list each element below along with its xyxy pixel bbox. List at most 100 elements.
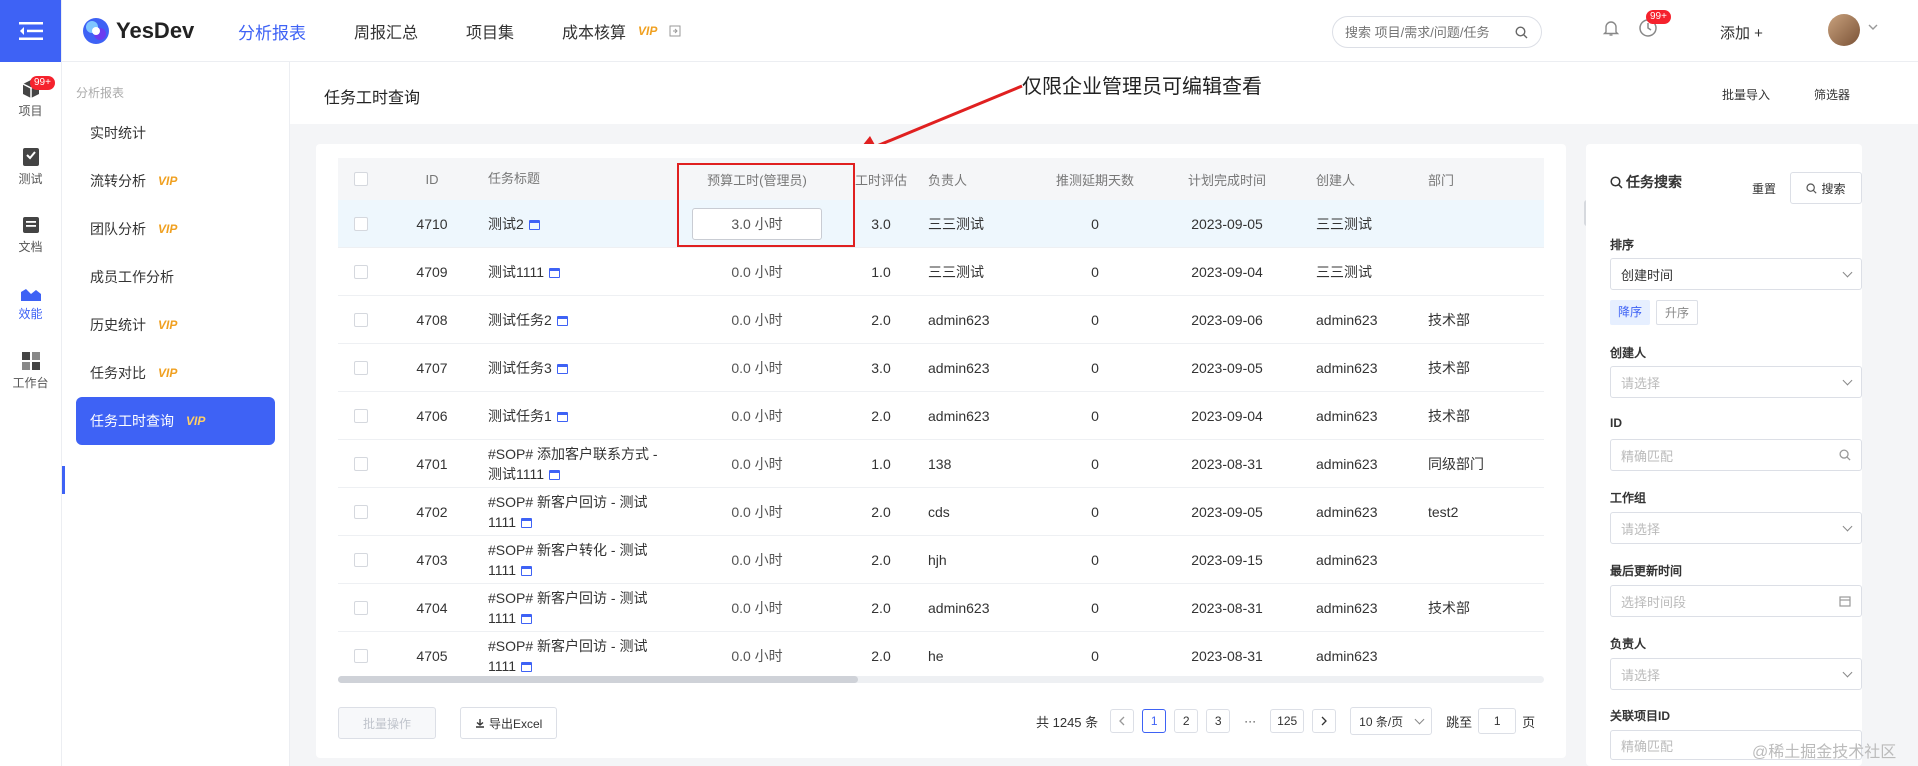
budget-hours[interactable]: 0.0 小时: [731, 456, 782, 472]
task-title-cell[interactable]: 测试任务2: [480, 310, 670, 330]
menu-toggle-button[interactable]: [0, 0, 61, 62]
budget-hours[interactable]: 0.0 小时: [731, 408, 782, 424]
group-select[interactable]: 请选择: [1610, 512, 1862, 544]
nav-cost[interactable]: 成本核算 VIP: [562, 19, 681, 43]
row-checkbox[interactable]: [338, 456, 384, 471]
col-delay[interactable]: 推测延期天数: [1038, 170, 1152, 189]
table-row[interactable]: 4707 测试任务3 0.0 小时 3.0 admin623 0 2023-09…: [338, 344, 1544, 392]
updated-range-picker[interactable]: 选择时间段: [1610, 585, 1862, 617]
task-title-cell[interactable]: #SOP# 新客户回访 - 测试1111: [480, 492, 670, 532]
sort-desc-button[interactable]: 降序: [1610, 300, 1651, 325]
table-row[interactable]: 4710 测试2 3.0 小时 3.0 三三测试 0 2023-09-05 三三…: [338, 200, 1544, 248]
page-125-button[interactable]: 125: [1270, 709, 1305, 733]
avatar[interactable]: [1828, 14, 1860, 46]
panel-search-button[interactable]: 搜索: [1790, 172, 1862, 204]
col-plan[interactable]: 计划完成时间: [1152, 170, 1302, 189]
task-title[interactable]: #SOP# 新客户回访 - 测试1111: [488, 638, 647, 674]
nav-portfolio[interactable]: 项目集: [466, 19, 514, 43]
task-title-cell[interactable]: #SOP# 新客户回访 - 测试1111: [480, 588, 670, 628]
row-checkbox[interactable]: [338, 264, 384, 279]
sidebar-item-member[interactable]: 成员工作分析: [76, 253, 275, 301]
rail-item-workbench[interactable]: 工作台: [0, 342, 61, 400]
task-title-cell[interactable]: #SOP# 添加客户联系方式 - 测试1111: [480, 444, 670, 484]
sidebar-item-team[interactable]: 团队分析 VIP: [76, 205, 275, 253]
col-dept[interactable]: 部门: [1422, 170, 1522, 189]
rail-item-efficiency[interactable]: 效能: [0, 274, 61, 332]
task-title[interactable]: 测试任务3: [488, 360, 552, 376]
col-owner[interactable]: 负责人: [918, 170, 1038, 189]
table-row[interactable]: 4706 测试任务1 0.0 小时 2.0 admin623 0 2023-09…: [338, 392, 1544, 440]
scrollbar-thumb[interactable]: [338, 676, 858, 683]
logo[interactable]: YesDev: [82, 17, 194, 45]
task-title[interactable]: #SOP# 新客户回访 - 测试1111: [488, 494, 647, 530]
task-title-cell[interactable]: 测试1111: [480, 262, 670, 282]
next-page-button[interactable]: [1312, 709, 1337, 733]
task-title-cell[interactable]: 测试任务1: [480, 406, 670, 426]
sort-select[interactable]: 创建时间: [1610, 258, 1862, 290]
row-checkbox[interactable]: [338, 408, 384, 423]
creator-select[interactable]: 请选择: [1610, 366, 1862, 398]
budget-hours[interactable]: 0.0 小时: [731, 360, 782, 376]
table-row[interactable]: 4703 #SOP# 新客户转化 - 测试1111 0.0 小时 2.0 hjh…: [338, 536, 1544, 584]
row-checkbox[interactable]: [338, 360, 384, 375]
rail-item-project[interactable]: 99+ 项目: [0, 70, 61, 128]
task-title[interactable]: 测试1111: [488, 264, 544, 280]
global-search[interactable]: [1332, 16, 1542, 48]
task-title[interactable]: #SOP# 添加客户联系方式 - 测试1111: [488, 446, 658, 482]
sidebar-item-realtime[interactable]: 实时统计: [76, 109, 275, 157]
task-title[interactable]: 测试2: [488, 216, 524, 232]
batch-import-button[interactable]: 批量导入: [1722, 86, 1770, 103]
nav-weekly[interactable]: 周报汇总: [354, 19, 418, 43]
page-2-button[interactable]: 2: [1174, 709, 1199, 733]
filter-button[interactable]: 筛选器: [1814, 86, 1850, 103]
chevron-down-icon[interactable]: [1868, 24, 1878, 30]
rail-item-docs[interactable]: 文档: [0, 206, 61, 264]
task-title-cell[interactable]: 测试2: [480, 214, 670, 234]
row-checkbox[interactable]: [338, 648, 384, 663]
prev-page-button[interactable]: [1110, 709, 1135, 733]
page-3-button[interactable]: 3: [1206, 709, 1231, 733]
budget-hours[interactable]: 0.0 小时: [731, 504, 782, 520]
row-checkbox[interactable]: [338, 552, 384, 567]
task-title-cell[interactable]: 测试任务3: [480, 358, 670, 378]
table-row[interactable]: 4702 #SOP# 新客户回访 - 测试1111 0.0 小时 2.0 cds…: [338, 488, 1544, 536]
sort-asc-button[interactable]: 升序: [1656, 300, 1699, 325]
page-1-button[interactable]: 1: [1142, 709, 1167, 733]
add-button[interactable]: 添加 +: [1720, 22, 1763, 43]
jump-page-input[interactable]: 1: [1478, 708, 1517, 734]
page-size-select[interactable]: 10 条/页: [1350, 707, 1433, 735]
id-input[interactable]: 精确匹配: [1610, 439, 1862, 471]
row-checkbox[interactable]: [338, 600, 384, 615]
horizontal-scrollbar[interactable]: [338, 676, 1544, 683]
row-checkbox[interactable]: [338, 504, 384, 519]
budget-hours[interactable]: 0.0 小时: [731, 552, 782, 568]
task-title[interactable]: 测试任务2: [488, 312, 552, 328]
table-row[interactable]: 4709 测试1111 0.0 小时 1.0 三三测试 0 2023-09-04…: [338, 248, 1544, 296]
col-estimate[interactable]: 工时评估: [844, 170, 918, 189]
rail-item-test[interactable]: 测试: [0, 138, 61, 196]
task-title[interactable]: #SOP# 新客户转化 - 测试1111: [488, 542, 647, 578]
table-row[interactable]: 4708 测试任务2 0.0 小时 2.0 admin623 0 2023-09…: [338, 296, 1544, 344]
table-row[interactable]: 4701 #SOP# 添加客户联系方式 - 测试1111 0.0 小时 1.0 …: [338, 440, 1544, 488]
budget-hours[interactable]: 0.0 小时: [731, 264, 782, 280]
col-id[interactable]: ID: [384, 172, 480, 187]
bell-icon[interactable]: [1602, 19, 1620, 37]
row-checkbox[interactable]: [338, 216, 384, 231]
task-title-cell[interactable]: #SOP# 新客户转化 - 测试1111: [480, 540, 670, 580]
page-ellipsis[interactable]: ···: [1238, 709, 1263, 733]
sidebar-item-history[interactable]: 历史统计 VIP: [76, 301, 275, 349]
col-title[interactable]: 任务标题: [480, 169, 670, 189]
budget-hours[interactable]: 0.0 小时: [731, 312, 782, 328]
row-checkbox[interactable]: [338, 312, 384, 327]
sidebar-item-flow[interactable]: 流转分析 VIP: [76, 157, 275, 205]
budget-hours[interactable]: 0.0 小时: [731, 648, 782, 664]
table-row[interactable]: 4705 #SOP# 新客户回访 - 测试1111 0.0 小时 2.0 he …: [338, 632, 1544, 680]
search-input[interactable]: [1345, 24, 1515, 40]
nav-analysis[interactable]: 分析报表: [238, 19, 306, 44]
reset-button[interactable]: 重置: [1752, 180, 1776, 197]
task-title[interactable]: 测试任务1: [488, 408, 552, 424]
table-row[interactable]: 4704 #SOP# 新客户回访 - 测试1111 0.0 小时 2.0 adm…: [338, 584, 1544, 632]
sidebar-item-task-hours[interactable]: 任务工时查询 VIP: [76, 397, 275, 445]
sidebar-item-compare[interactable]: 任务对比 VIP: [76, 349, 275, 397]
task-title-cell[interactable]: #SOP# 新客户回访 - 测试1111: [480, 636, 670, 676]
